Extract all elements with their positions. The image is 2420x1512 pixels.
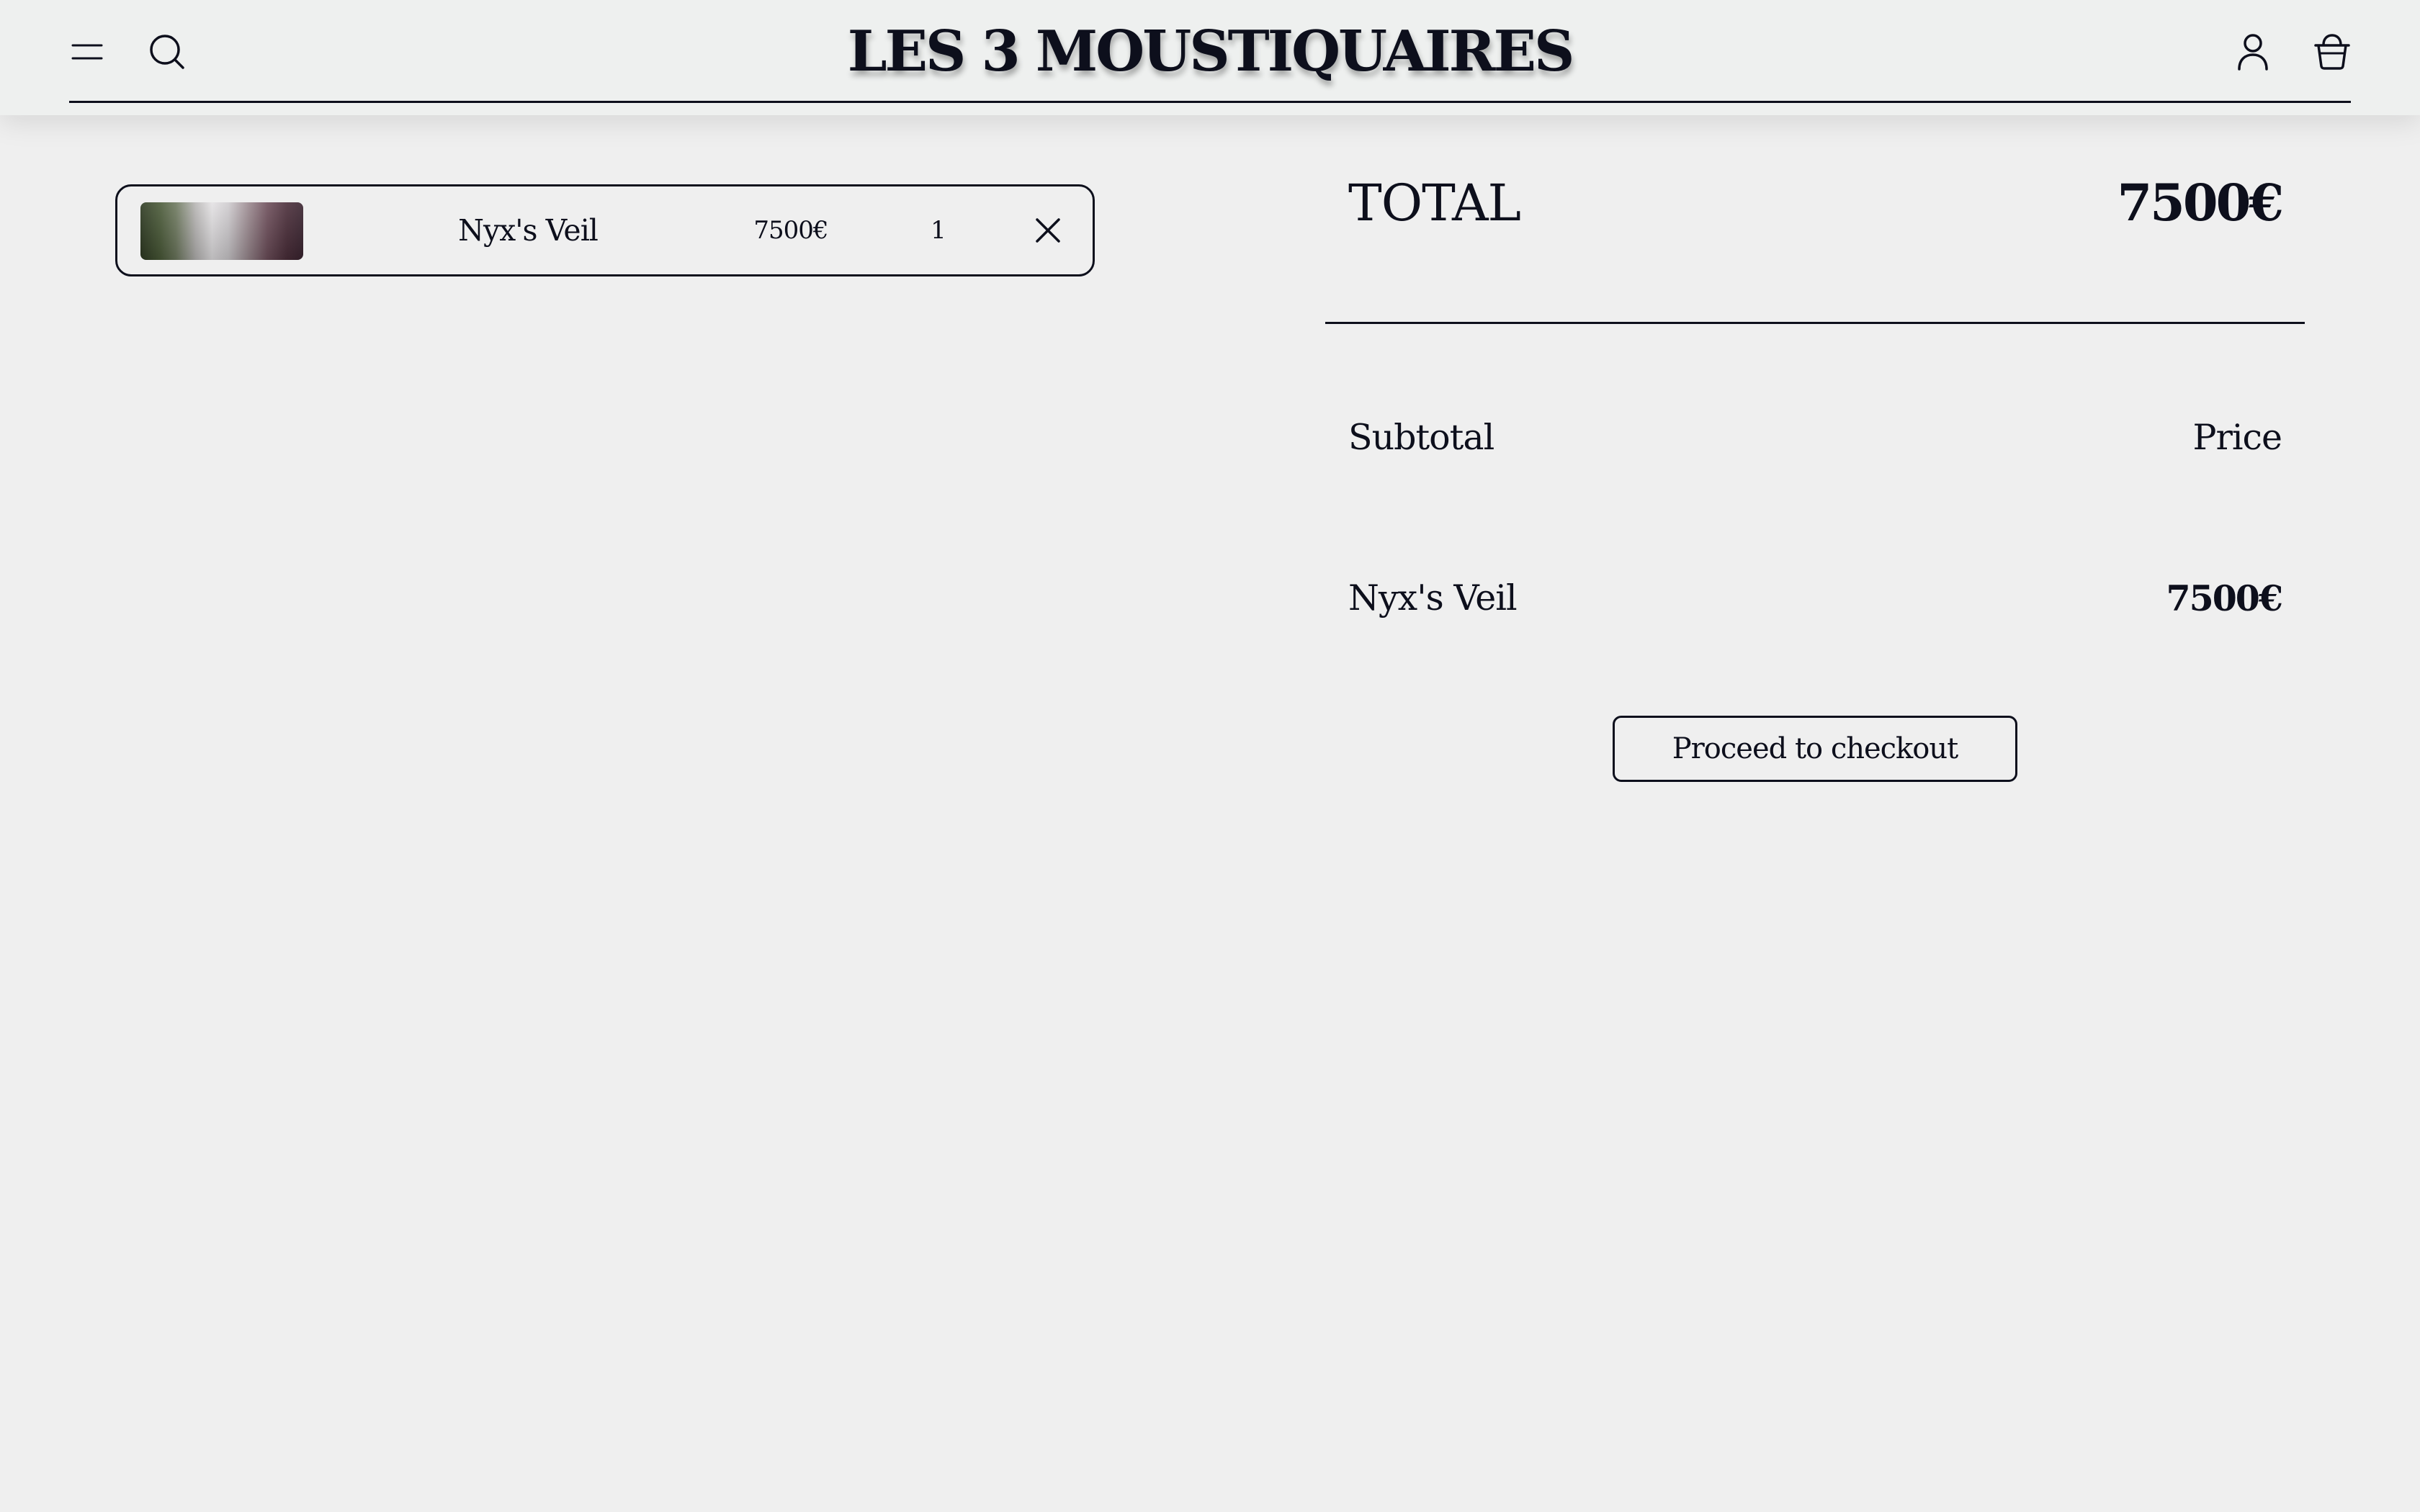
shopping-basket-icon (2314, 34, 2350, 70)
summary-line-name: Nyx's Veil (1348, 577, 1518, 618)
cart-button[interactable] (2309, 29, 2355, 75)
site-header: LES 3 MOUSTIQUAIRES (0, 0, 2420, 115)
cart-item-name[interactable]: Nyx's Veil (405, 186, 650, 274)
cart-item-price: 7500€ (753, 216, 828, 245)
proceed-to-checkout-button[interactable]: Proceed to checkout (1613, 716, 2017, 782)
summary-divider (1325, 322, 2305, 324)
remove-item-button[interactable] (1026, 209, 1070, 252)
account-button[interactable] (2230, 29, 2276, 75)
product-thumbnail[interactable] (140, 202, 303, 260)
total-label: TOTAL (1348, 174, 1521, 233)
summary-line-price: 7500€ (2166, 577, 2283, 619)
cart-item: Nyx's Veil 7500€ 1 (115, 184, 1095, 276)
total-value: 7500€ (2117, 173, 2284, 233)
header-divider (69, 101, 2351, 103)
brand-logo[interactable]: LES 3 MOUSTIQUAIRES (0, 16, 2420, 88)
subtotal-label: Subtotal (1348, 417, 1494, 458)
close-icon (1036, 218, 1060, 243)
account-icon (2238, 34, 2268, 71)
price-column-header: Price (2192, 417, 2282, 458)
cart-item-quantity[interactable]: 1 (910, 186, 967, 274)
